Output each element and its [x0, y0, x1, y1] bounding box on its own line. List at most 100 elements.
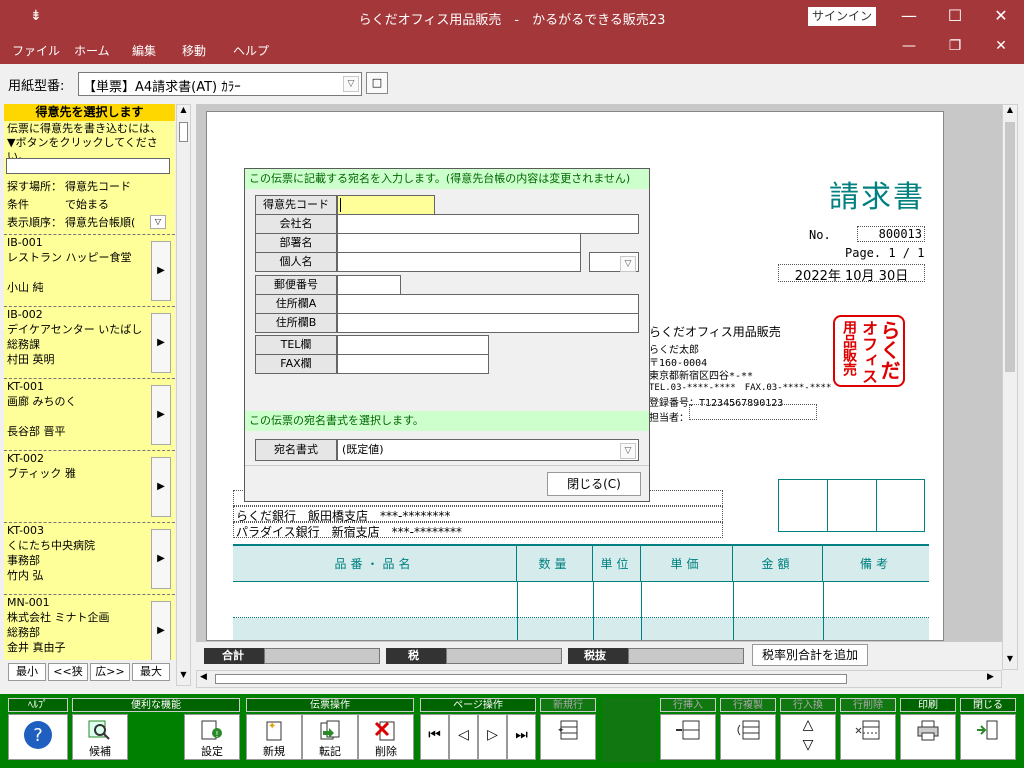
insert-row-button[interactable] — [660, 714, 716, 760]
address-a-input[interactable] — [337, 294, 639, 314]
menu-home[interactable]: ホーム — [74, 42, 110, 59]
chevron-down-icon[interactable]: ▽ — [620, 443, 636, 459]
menu-help[interactable]: ヘルプ — [233, 42, 269, 59]
help-button[interactable]: ? — [8, 714, 68, 760]
last-page-icon[interactable]: ⏭ — [507, 714, 536, 760]
help-group: ﾍﾙﾌﾟ ? — [8, 698, 68, 762]
zoom-narrow-button[interactable]: <<狭 — [48, 663, 88, 681]
doc-close-icon[interactable]: ✕ — [978, 38, 1024, 54]
zoom-max-button[interactable]: 最大 — [132, 663, 170, 681]
customer-person — [4, 496, 146, 511]
prev-page-icon[interactable]: ◁ — [449, 714, 478, 760]
document-scrollbar[interactable]: ▲ ▼ — [1002, 104, 1018, 670]
customer-item[interactable]: IB-001 レストラン ハッピー食堂 小山 純 ▶ — [4, 234, 175, 306]
next-page-icon[interactable]: ▷ — [478, 714, 507, 760]
suggest-button[interactable]: 候補 — [72, 714, 128, 760]
minimize-icon[interactable]: — — [886, 6, 932, 25]
customer-item[interactable]: KT-002 ブティック 雅 ▶ — [4, 450, 175, 522]
customer-item[interactable]: KT-001 画廊 みちのく 長谷部 晋平 ▶ — [4, 378, 175, 450]
customer-item[interactable]: KT-003 くにたち中央病院 事務部 竹内 弘 ▶ — [4, 522, 175, 594]
field-label: 得意先コード — [255, 195, 337, 215]
group-header: 新規行 — [540, 698, 596, 712]
group-header: 行挿入 — [660, 698, 716, 712]
line-item-row[interactable] — [233, 618, 929, 640]
select-customer-button[interactable]: ▶ — [151, 457, 171, 517]
zoom-min-button[interactable]: 最小 — [8, 663, 46, 681]
chevron-down-icon[interactable]: ▽ — [620, 256, 636, 272]
delete-row-button[interactable] — [840, 714, 896, 760]
scroll-down-icon[interactable]: ▼ — [177, 670, 190, 685]
person-name-input[interactable] — [337, 252, 581, 272]
signin-button[interactable]: サインイン — [808, 7, 876, 26]
menu-file[interactable]: ファイル — [12, 42, 60, 59]
tel-input[interactable] — [337, 335, 489, 355]
copy-row-button[interactable] — [720, 714, 776, 760]
sort-order-value[interactable]: 得意先台帳順( — [65, 216, 135, 229]
honorific-combo[interactable]: ▽ — [589, 252, 639, 272]
select-customer-button[interactable]: ▶ — [151, 529, 171, 589]
address-b-input[interactable] — [337, 313, 639, 333]
search-location-value[interactable]: 得意先コード — [65, 180, 131, 193]
tax-value — [446, 648, 562, 664]
close-icon[interactable]: ✕ — [978, 6, 1024, 25]
line-item-row[interactable] — [233, 582, 929, 618]
maximize-icon[interactable]: ☐ — [932, 6, 978, 25]
customer-item[interactable]: MN-001 株式会社 ミナト企画 総務部 金井 真由子 ▶ — [4, 594, 175, 661]
menu-move[interactable]: 移動 — [182, 42, 206, 59]
settings-button[interactable]: ! 設定 — [184, 714, 240, 760]
scroll-right-icon[interactable]: ▶ — [987, 672, 994, 682]
close-dialog-button[interactable]: 閉じる(C) — [547, 472, 641, 496]
print-button[interactable] — [900, 714, 956, 760]
scroll-left-icon[interactable]: ◀ — [200, 672, 207, 682]
zoom-wide-button[interactable]: 広>> — [90, 663, 130, 681]
tax-label: 税 — [386, 648, 446, 664]
excl-tax-label: 税抜 — [568, 648, 628, 664]
scroll-thumb[interactable] — [179, 122, 188, 142]
select-customer-button[interactable]: ▶ — [151, 385, 171, 445]
menu-edit[interactable]: 編集 — [132, 42, 156, 59]
swap-row-group: 行入換 △ ▽ — [780, 698, 836, 762]
form-settings-button[interactable]: □ — [366, 72, 388, 94]
scroll-down-icon[interactable]: ▼ — [1003, 654, 1017, 669]
address-format-combo[interactable]: (既定値) ▽ — [337, 439, 639, 461]
horizontal-scrollbar[interactable]: ◀ ▶ — [196, 670, 1002, 688]
doc-minimize-icon[interactable]: — — [886, 38, 932, 54]
form-type-combo[interactable]: 【単票】A4請求書(AT) ｶﾗｰ ▽ — [78, 72, 362, 96]
new-row-button[interactable]: ✦ — [540, 714, 596, 760]
col-item: 品番・品名 — [233, 546, 517, 582]
sidebar-scrollbar[interactable]: ▲ ▼ — [176, 104, 191, 686]
add-tax-rate-total-button[interactable]: 税率別合計を追加 — [752, 644, 868, 666]
department-input[interactable] — [337, 233, 581, 253]
chevron-down-icon[interactable]: ▽ — [343, 76, 359, 92]
customer-code: KT-001 — [7, 380, 45, 393]
doc-restore-icon[interactable]: ❐ — [932, 38, 978, 54]
scroll-up-icon[interactable]: ▲ — [1003, 105, 1017, 120]
select-customer-button[interactable]: ▶ — [151, 241, 171, 301]
condition-value[interactable]: で始まる — [65, 198, 109, 211]
move-up-icon[interactable]: △ — [781, 715, 835, 735]
customer-search-input[interactable] — [6, 158, 170, 174]
fax-input[interactable] — [337, 354, 489, 374]
select-customer-button[interactable]: ▶ — [151, 601, 171, 661]
close-window-button[interactable] — [960, 714, 1016, 760]
settings-icon: ! — [201, 720, 222, 740]
customer-name: レストラン ハッピー食堂 — [7, 251, 132, 264]
customer-item[interactable]: IB-002 デイケアセンター いたばし 総務課 村田 英明 ▶ — [4, 306, 175, 378]
bottom-toolbar: ﾍﾙﾌﾟ ? 便利な機能 候補 ! 設定 伝票操作 ✦ 新規 転記 削除 ページ操作… — [0, 694, 1024, 768]
col-qty: 数量 — [517, 546, 593, 582]
staff-label: 担当者： — [649, 413, 689, 424]
new-slip-button[interactable]: ✦ 新規 — [246, 714, 302, 760]
postal-code-input[interactable] — [337, 275, 401, 295]
scroll-thumb[interactable] — [215, 674, 847, 684]
select-customer-button[interactable]: ▶ — [151, 313, 171, 373]
swap-row-button[interactable]: △ ▽ — [780, 714, 836, 760]
post-slip-button[interactable]: 転記 — [302, 714, 358, 760]
delete-slip-button[interactable]: 削除 — [358, 714, 414, 760]
customer-code-input[interactable] — [337, 195, 435, 215]
scroll-up-icon[interactable]: ▲ — [177, 105, 190, 120]
scroll-thumb[interactable] — [1005, 122, 1015, 372]
move-down-icon[interactable]: ▽ — [781, 735, 835, 755]
sort-chevron-icon[interactable]: ▽ — [150, 215, 166, 229]
first-page-icon[interactable]: ⏮ — [420, 714, 449, 760]
company-name-input[interactable] — [337, 214, 639, 234]
